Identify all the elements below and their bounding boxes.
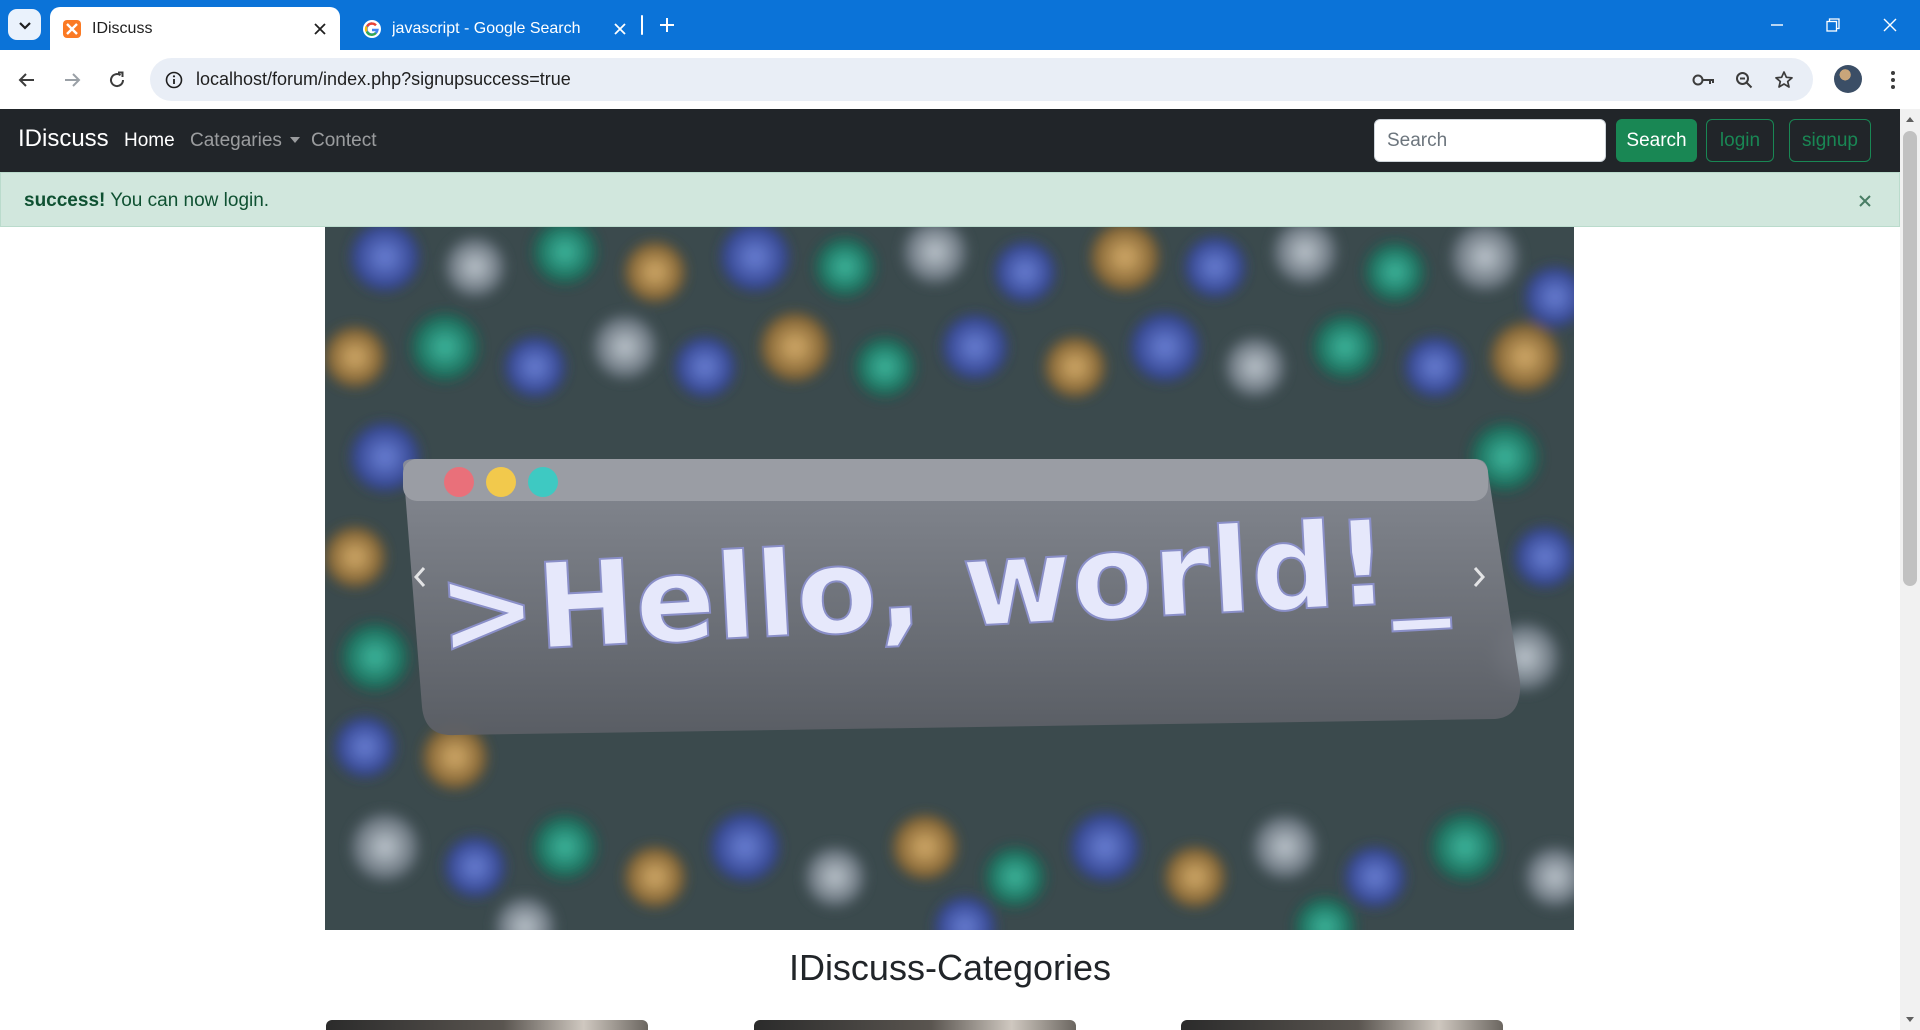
page-scrollbar[interactable] — [1900, 109, 1920, 1030]
close-tab-icon[interactable] — [606, 15, 634, 43]
arrow-left-icon — [18, 73, 34, 87]
hello-world-banner-image: >Hello, world!_ — [325, 227, 1574, 930]
arrow-right-icon — [65, 73, 81, 87]
alert-body: You can now login. — [105, 190, 270, 211]
tab-title: IDiscuss — [92, 19, 153, 37]
signup-button[interactable]: signup — [1789, 119, 1871, 162]
carousel-next-button[interactable] — [1459, 557, 1499, 597]
back-button[interactable] — [10, 63, 44, 97]
nav-link-contact[interactable]: Contect — [311, 130, 376, 152]
chevron-right-icon — [1473, 567, 1486, 587]
navbar-brand[interactable]: IDiscuss — [18, 125, 109, 153]
category-card-image — [1181, 1020, 1503, 1030]
browser-menu-button[interactable] — [1876, 63, 1910, 97]
scroll-down-arrow-icon[interactable] — [1904, 1014, 1916, 1026]
login-button[interactable]: login — [1706, 119, 1774, 162]
google-icon — [362, 19, 382, 39]
category-card-image — [326, 1020, 648, 1030]
category-card-image — [754, 1020, 1076, 1030]
close-window-button[interactable] — [1862, 0, 1918, 50]
browser-toolbar: localhost/forum/index.php?signupsuccess=… — [0, 50, 1920, 109]
carousel-prev-button[interactable] — [400, 557, 440, 597]
bookmark-star-icon[interactable] — [1768, 64, 1800, 96]
zoom-icon[interactable] — [1728, 64, 1760, 96]
alert-message: success! You can now login. — [24, 190, 269, 212]
tab-separator — [641, 15, 643, 35]
tab-title: javascript - Google Search — [392, 19, 581, 37]
new-tab-button[interactable] — [652, 10, 682, 40]
kebab-menu-icon — [1891, 71, 1895, 89]
tab-search-button[interactable] — [8, 9, 41, 40]
xampp-icon — [62, 19, 82, 39]
close-icon — [1883, 18, 1897, 32]
chevron-left-icon — [413, 567, 426, 587]
search-input[interactable] — [1374, 119, 1606, 162]
close-tab-icon[interactable] — [306, 15, 334, 43]
scrollbar-thumb[interactable] — [1903, 131, 1917, 586]
profile-avatar-icon[interactable] — [1834, 65, 1862, 93]
alert-strong: success! — [24, 190, 106, 211]
nav-link-home[interactable]: Home — [124, 130, 175, 152]
success-alert: success! You can now login. — [0, 172, 1900, 227]
browser-tab-strip: IDiscuss javascript - Google Search — [0, 0, 1920, 50]
alert-close-icon[interactable] — [1854, 190, 1876, 212]
restore-icon — [1826, 18, 1840, 32]
reload-icon — [110, 71, 125, 88]
carousel: >Hello, world!_ — [325, 227, 1574, 930]
site-navbar: IDiscuss Home Categaries Contect Search … — [0, 109, 1900, 172]
site-info-icon[interactable] — [158, 64, 190, 96]
page-viewport: IDiscuss Home Categaries Contect Search … — [0, 109, 1900, 1030]
forward-button[interactable] — [55, 63, 89, 97]
chevron-down-icon — [18, 21, 31, 30]
scroll-up-arrow-icon[interactable] — [1904, 113, 1916, 125]
search-button[interactable]: Search — [1616, 119, 1697, 162]
plus-icon — [660, 18, 674, 32]
tab-google-search[interactable]: javascript - Google Search — [350, 7, 640, 50]
nav-link-categories[interactable]: Categaries — [190, 130, 300, 152]
minimize-icon — [1771, 24, 1783, 26]
password-key-icon[interactable] — [1688, 64, 1720, 96]
address-bar[interactable]: localhost/forum/index.php?signupsuccess=… — [150, 58, 1813, 101]
restore-button[interactable] — [1805, 0, 1861, 50]
caret-down-icon — [289, 137, 300, 143]
nav-link-categories-label: Categaries — [190, 130, 282, 151]
url-text[interactable]: localhost/forum/index.php?signupsuccess=… — [196, 69, 571, 90]
minimize-button[interactable] — [1749, 0, 1805, 50]
categories-heading: IDiscuss-Categories — [788, 947, 1112, 988]
reload-button[interactable] — [100, 63, 134, 97]
tab-idiscuss[interactable]: IDiscuss — [50, 7, 340, 50]
